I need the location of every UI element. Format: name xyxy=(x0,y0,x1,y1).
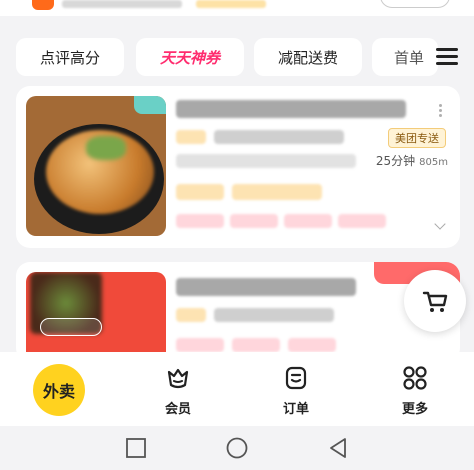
cart-icon xyxy=(422,291,448,312)
filter-chip-daily-coupon[interactable]: 天天神券 xyxy=(136,38,244,76)
back-icon[interactable] xyxy=(326,436,350,460)
rating-blurred xyxy=(176,130,206,144)
discount-tag-blurred xyxy=(176,338,224,352)
delivery-info: 25分钟 805m xyxy=(376,152,448,169)
promo-tag-blurred xyxy=(176,184,224,200)
discount-tag-blurred xyxy=(230,214,278,228)
discount-tag-blurred xyxy=(176,214,224,228)
store-thumbnail xyxy=(26,96,166,236)
filter-menu-icon[interactable] xyxy=(436,48,458,66)
waimai-badge: 外卖 xyxy=(33,364,85,416)
recent-apps-icon[interactable] xyxy=(124,436,148,460)
blurred-header-text xyxy=(62,0,182,8)
filter-chip-bar: 点评高分 天天神券 减配送费 首单 xyxy=(16,38,474,76)
header-action-button[interactable] xyxy=(380,0,450,8)
thumbnail-badge xyxy=(134,96,166,114)
nav-label-orders: 订单 xyxy=(282,402,309,417)
crown-icon xyxy=(167,368,189,389)
bottom-nav-bar: 外卖 会员 订单 更多 xyxy=(0,352,474,426)
order-icon xyxy=(285,366,307,390)
app-logo-icon xyxy=(32,0,54,10)
nav-label-more: 更多 xyxy=(401,402,428,417)
blurred-header-tag xyxy=(196,0,266,8)
store-card[interactable]: 美团专送 25分钟 805m xyxy=(16,86,460,248)
price-info-blurred xyxy=(176,154,356,168)
nav-label-member: 会员 xyxy=(164,402,191,417)
nav-item-waimai[interactable]: 外卖 xyxy=(14,352,104,426)
nav-item-orders[interactable]: 订单 xyxy=(251,352,341,426)
filter-chip-high-rating[interactable]: 点评高分 xyxy=(16,38,124,76)
sales-info-blurred xyxy=(214,130,344,144)
cart-button[interactable] xyxy=(404,270,466,332)
filter-chip-reduced-delivery[interactable]: 减配送费 xyxy=(254,38,362,76)
grid-icon xyxy=(403,366,427,390)
discount-tag-blurred xyxy=(232,338,280,352)
discount-tag-blurred xyxy=(288,338,336,352)
store-name-blurred xyxy=(176,100,406,118)
nav-item-more[interactable]: 更多 xyxy=(370,352,460,426)
rating-blurred xyxy=(176,308,206,322)
delivery-service-tag: 美团专送 xyxy=(388,128,446,148)
more-options-icon[interactable] xyxy=(439,104,442,118)
top-header-strip xyxy=(0,0,474,16)
discount-tag-blurred xyxy=(338,214,386,228)
store-name-blurred xyxy=(176,278,356,296)
store-card[interactable] xyxy=(16,262,460,362)
filter-chip-first-order[interactable]: 首单 xyxy=(372,38,438,76)
store-distance: 805m xyxy=(419,157,448,168)
nav-label-waimai: 外卖 xyxy=(42,382,75,401)
promo-tag-blurred xyxy=(232,184,322,200)
sales-info-blurred xyxy=(214,308,334,322)
discount-tag-blurred xyxy=(284,214,332,228)
delivery-time: 25分钟 xyxy=(375,154,416,168)
expand-chevron-icon[interactable] xyxy=(434,218,446,230)
system-nav-bar xyxy=(0,426,474,470)
nav-item-member[interactable]: 会员 xyxy=(133,352,223,426)
home-icon[interactable] xyxy=(225,436,249,460)
store-thumbnail xyxy=(26,272,166,362)
